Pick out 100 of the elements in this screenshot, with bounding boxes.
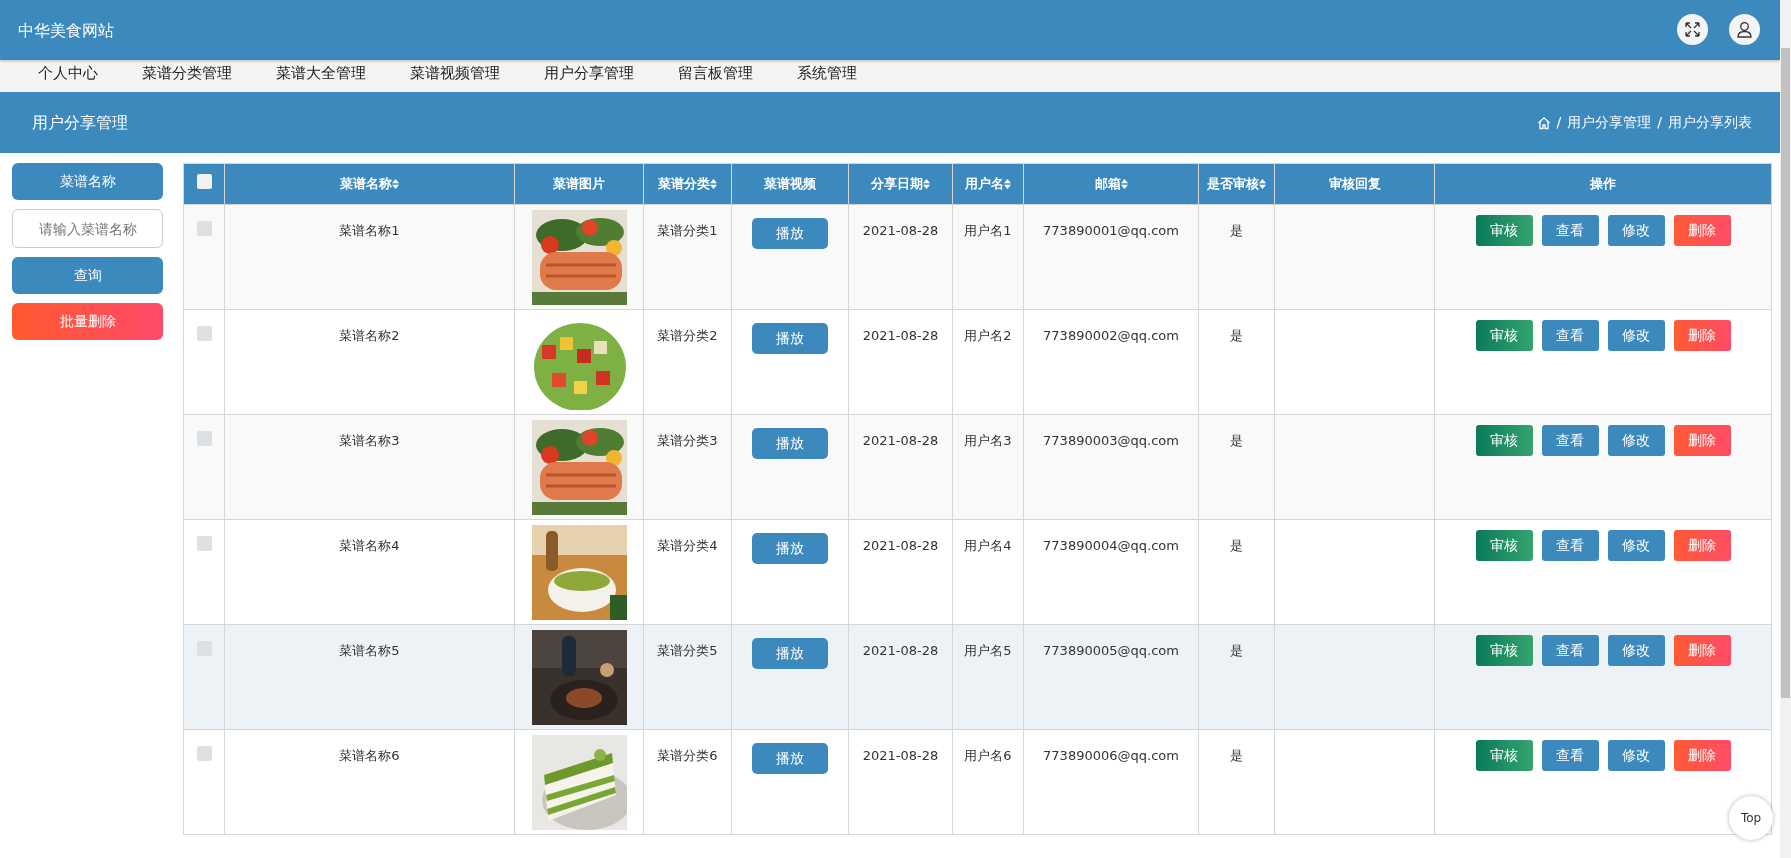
audit-status: 是 [1230, 328, 1243, 343]
search-field[interactable]: 请输入菜谱名称 [12, 209, 163, 248]
nav-link[interactable]: 留言板管理 [678, 63, 753, 83]
sort-icon[interactable] [923, 179, 930, 189]
expand-icon [1684, 21, 1701, 38]
email: 773890003@qq.com [1043, 433, 1179, 448]
audit-button[interactable]: 审核 [1475, 425, 1533, 456]
username: 用户名6 [964, 748, 1012, 763]
column-header: 菜谱图片 [553, 176, 605, 192]
audit-status: 是 [1230, 643, 1243, 658]
nav-link[interactable]: 系统管理 [797, 63, 857, 83]
recipe-name: 菜谱名称2 [339, 328, 400, 343]
search-button[interactable]: 查询 [12, 257, 163, 294]
view-button[interactable]: 查看 [1541, 635, 1599, 666]
share-date: 2021-08-28 [862, 223, 939, 238]
sort-icon[interactable] [1004, 179, 1011, 189]
play-button[interactable]: 播放 [752, 638, 828, 669]
recipe-category: 菜谱分类2 [657, 328, 718, 343]
share-date: 2021-08-28 [862, 748, 939, 763]
page-title: 用户分享管理 [32, 111, 128, 134]
recipe-category: 菜谱分类4 [657, 538, 718, 553]
play-button[interactable]: 播放 [752, 533, 828, 564]
breadcrumb-item: 用户分享列表 [1668, 113, 1752, 132]
column-header[interactable]: 菜谱名称 [340, 174, 392, 194]
nav-link[interactable]: 菜谱分类管理 [142, 63, 232, 83]
recipe-name: 菜谱名称5 [339, 643, 400, 658]
home-icon[interactable] [1536, 115, 1551, 130]
nav-link[interactable]: 用户分享管理 [544, 63, 634, 83]
username: 用户名5 [964, 643, 1012, 658]
breadcrumb-item[interactable]: 用户分享管理 [1567, 112, 1652, 133]
share-date: 2021-08-28 [862, 328, 939, 343]
recipe-name: 菜谱名称1 [339, 223, 400, 238]
breadcrumb-separator: / [1657, 113, 1662, 132]
play-button[interactable]: 播放 [752, 428, 828, 459]
audit-button[interactable]: 审核 [1475, 740, 1533, 771]
edit-button[interactable]: 修改 [1607, 635, 1665, 666]
fullscreen-button[interactable] [1677, 14, 1708, 45]
view-button[interactable]: 查看 [1541, 425, 1599, 456]
sort-icon[interactable] [1120, 179, 1128, 189]
sort-icon[interactable] [1259, 179, 1266, 189]
nav-link[interactable]: 个人中心 [38, 63, 98, 83]
delete-button[interactable]: 删除 [1673, 320, 1731, 351]
play-button[interactable]: 播放 [752, 743, 828, 774]
delete-button[interactable]: 删除 [1673, 635, 1731, 666]
row-checkbox[interactable] [196, 221, 212, 236]
audit-button[interactable]: 审核 [1475, 215, 1533, 246]
scrollbar[interactable] [1780, 0, 1791, 858]
view-button[interactable]: 查看 [1541, 740, 1599, 771]
username: 用户名2 [964, 328, 1012, 343]
user-button[interactable] [1729, 14, 1760, 45]
row-checkbox[interactable] [196, 536, 212, 551]
email: 773890001@qq.com [1043, 223, 1179, 238]
user-icon [1736, 21, 1753, 38]
recipe-name: 菜谱名称6 [339, 748, 400, 763]
email: 773890005@qq.com [1043, 643, 1179, 658]
play-button[interactable]: 播放 [752, 323, 828, 354]
delete-button[interactable]: 删除 [1673, 425, 1731, 456]
share-date: 2021-08-28 [862, 433, 939, 448]
batch-delete-button[interactable]: 批量删除 [12, 303, 163, 340]
row-checkbox[interactable] [196, 326, 212, 341]
nav-link[interactable]: 菜谱视频管理 [410, 63, 500, 83]
row-checkbox[interactable] [196, 431, 212, 446]
email: 773890002@qq.com [1043, 328, 1179, 343]
share-date: 2021-08-28 [862, 538, 939, 553]
username: 用户名4 [964, 538, 1012, 553]
email: 773890004@qq.com [1043, 538, 1179, 553]
back-to-top-button[interactable]: Top [1729, 796, 1773, 840]
column-header: 菜谱视频 [764, 176, 816, 192]
email: 773890006@qq.com [1043, 748, 1179, 763]
audit-button[interactable]: 审核 [1475, 530, 1533, 561]
audit-button[interactable]: 审核 [1475, 635, 1533, 666]
play-button[interactable]: 播放 [752, 218, 828, 249]
select-all-checkbox[interactable] [196, 173, 212, 189]
edit-button[interactable]: 修改 [1607, 740, 1665, 771]
audit-status: 是 [1230, 433, 1243, 448]
recipe-category: 菜谱分类1 [657, 223, 718, 238]
delete-button[interactable]: 删除 [1673, 215, 1731, 246]
delete-button[interactable]: 删除 [1673, 530, 1731, 561]
view-button[interactable]: 查看 [1541, 530, 1599, 561]
edit-button[interactable]: 修改 [1607, 215, 1665, 246]
edit-button[interactable]: 修改 [1607, 530, 1665, 561]
audit-status: 是 [1230, 538, 1243, 553]
column-header: 操作 [1590, 176, 1616, 192]
scrollbar-thumb[interactable] [1781, 48, 1790, 698]
audit-button[interactable]: 审核 [1475, 320, 1533, 351]
column-header: 审核回复 [1328, 176, 1381, 192]
recipe-category: 菜谱分类3 [657, 433, 718, 448]
sort-icon[interactable] [710, 179, 717, 189]
view-button[interactable]: 查看 [1541, 215, 1599, 246]
recipe-category: 菜谱分类5 [657, 643, 718, 658]
view-button[interactable]: 查看 [1541, 320, 1599, 351]
breadcrumb-separator: / [1556, 113, 1562, 132]
nav-link[interactable]: 菜谱大全管理 [276, 63, 366, 83]
row-checkbox[interactable] [196, 746, 212, 761]
audit-status: 是 [1230, 748, 1243, 763]
edit-button[interactable]: 修改 [1607, 320, 1665, 351]
column-header[interactable]: 邮箱 [1094, 174, 1121, 194]
delete-button[interactable]: 删除 [1673, 740, 1731, 771]
sort-icon[interactable] [392, 179, 399, 189]
edit-button[interactable]: 修改 [1607, 425, 1665, 456]
